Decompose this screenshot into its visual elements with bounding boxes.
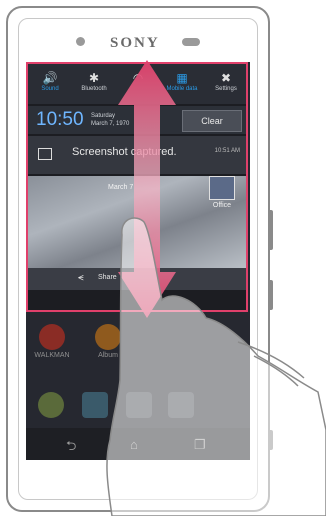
app-walkman[interactable]: WALKMAN [32, 324, 72, 359]
walkman-icon [39, 324, 65, 350]
screenshot-notification[interactable]: Screenshot captured. 10:51 AM [28, 136, 246, 174]
notification-panel[interactable]: 🔊 Sound ✱ Bluetooth ◠ ▦ Mobile data ✖ Se… [26, 62, 248, 312]
preview-date: March 7 [108, 184, 134, 191]
share-label: Share [98, 274, 117, 281]
mobile-data-icon: ▦ [176, 71, 188, 85]
play-store-icon[interactable] [82, 392, 108, 418]
image-icon [38, 148, 52, 160]
qs-settings[interactable]: ✖ Settings [204, 70, 246, 92]
messaging-icon[interactable] [168, 392, 194, 418]
clock-full-date: March 7, 1970 [91, 121, 130, 127]
chrome-icon[interactable] [38, 392, 64, 418]
album-icon [95, 324, 121, 350]
apps-icon[interactable] [126, 392, 152, 418]
share-action[interactable]: ⪪ Share [28, 268, 246, 290]
brand-logo: SONY [110, 35, 160, 51]
notification-time: 10:51 AM [214, 148, 240, 154]
clock-row: 10:50 Saturday March 7, 1970 Clear [28, 106, 246, 134]
clear-button[interactable]: Clear [182, 110, 242, 132]
back-icon[interactable]: ⮌ [66, 437, 76, 459]
settings-icon: ✖ [220, 71, 232, 85]
bluetooth-icon: ✱ [88, 71, 100, 85]
camera-button[interactable] [268, 430, 273, 450]
power-button[interactable] [268, 210, 273, 250]
clock-day: Saturday [91, 113, 116, 119]
clock-date: Saturday March 7, 1970 [91, 112, 129, 128]
device-screen: WALKMAN Album ⮌ ⌂ ❐ 🔊 Sound ✱ Bluetooth [26, 62, 250, 460]
sound-icon: 🔊 [42, 71, 58, 85]
qs-label: Sound [41, 86, 59, 92]
app-label: Album [98, 352, 118, 359]
sensor-icon [182, 38, 200, 46]
qs-mobile-data[interactable]: ▦ Mobile data [160, 70, 204, 92]
clock-time: 10:50 [36, 109, 84, 130]
notification-title: Screenshot captured. [72, 146, 177, 158]
qs-wifi[interactable]: ◠ [116, 70, 160, 86]
navigation-bar: ⮌ ⌂ ❐ [26, 428, 250, 460]
recents-icon[interactable]: ❐ [194, 437, 206, 453]
wifi-icon: ◠ [132, 71, 144, 85]
app-album[interactable]: Album [88, 324, 128, 359]
qs-label: Bluetooth [81, 86, 107, 92]
qs-label: Settings [215, 86, 237, 92]
quick-settings-row: 🔊 Sound ✱ Bluetooth ◠ ▦ Mobile data ✖ Se… [28, 64, 246, 104]
qs-bluetooth[interactable]: ✱ Bluetooth [72, 70, 116, 92]
front-camera-icon [76, 37, 85, 46]
qs-label: Mobile data [166, 86, 198, 92]
screenshot-preview[interactable]: March 7 Office [28, 176, 246, 268]
home-icon[interactable]: ⌂ [130, 437, 138, 452]
office-folder-icon [209, 176, 235, 200]
share-icon: ⪪ [78, 272, 84, 283]
app-label: WALKMAN [34, 352, 70, 359]
office-folder: Office [207, 176, 237, 209]
qs-sound[interactable]: 🔊 Sound [28, 70, 72, 92]
office-label: Office [212, 202, 232, 209]
volume-button[interactable] [268, 280, 273, 310]
